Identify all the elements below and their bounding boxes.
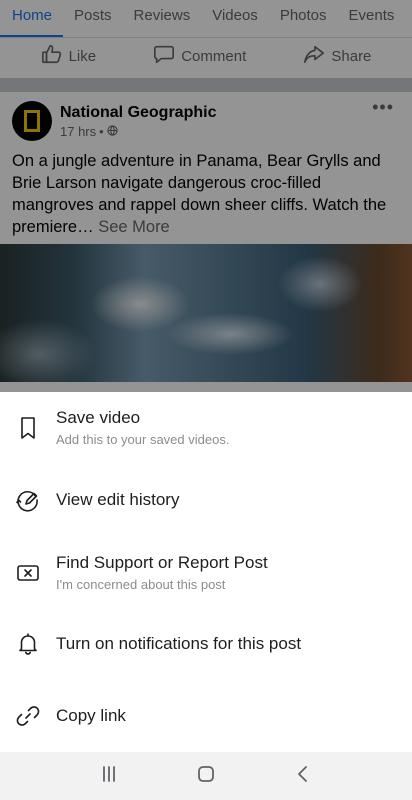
save-video-description: Add this to your saved videos. (56, 432, 230, 447)
bookmark-icon (14, 414, 42, 442)
recents-icon (99, 764, 119, 789)
save-video-label: Save video (56, 408, 141, 427)
copy-link-label: Copy link (56, 706, 126, 725)
post-options-sheet: Save video Add this to your saved videos… (0, 392, 412, 752)
copy-link-item[interactable]: Copy link (0, 702, 412, 730)
system-nav-bar (0, 752, 412, 800)
find-support-report-item[interactable]: Find Support or Report Post I'm concerne… (0, 553, 412, 592)
turn-on-notifications-item[interactable]: Turn on notifications for this post (0, 630, 412, 658)
view-edit-history-item[interactable]: View edit history (0, 486, 412, 514)
bell-icon (14, 630, 42, 658)
link-icon (14, 702, 42, 730)
recents-button[interactable] (89, 756, 129, 796)
save-video-item[interactable]: Save video Add this to your saved videos… (0, 408, 412, 447)
back-button[interactable] (283, 756, 323, 796)
find-support-report-description: I'm concerned about this post (56, 577, 226, 592)
turn-on-notifications-label: Turn on notifications for this post (56, 634, 302, 653)
edit-history-icon (14, 486, 42, 514)
modal-scrim[interactable] (0, 0, 412, 392)
back-icon (293, 764, 313, 789)
home-button[interactable] (186, 756, 226, 796)
report-icon (14, 559, 42, 587)
find-support-report-label: Find Support or Report Post (56, 553, 268, 572)
view-edit-history-label: View edit history (56, 490, 180, 509)
home-icon (196, 764, 216, 789)
